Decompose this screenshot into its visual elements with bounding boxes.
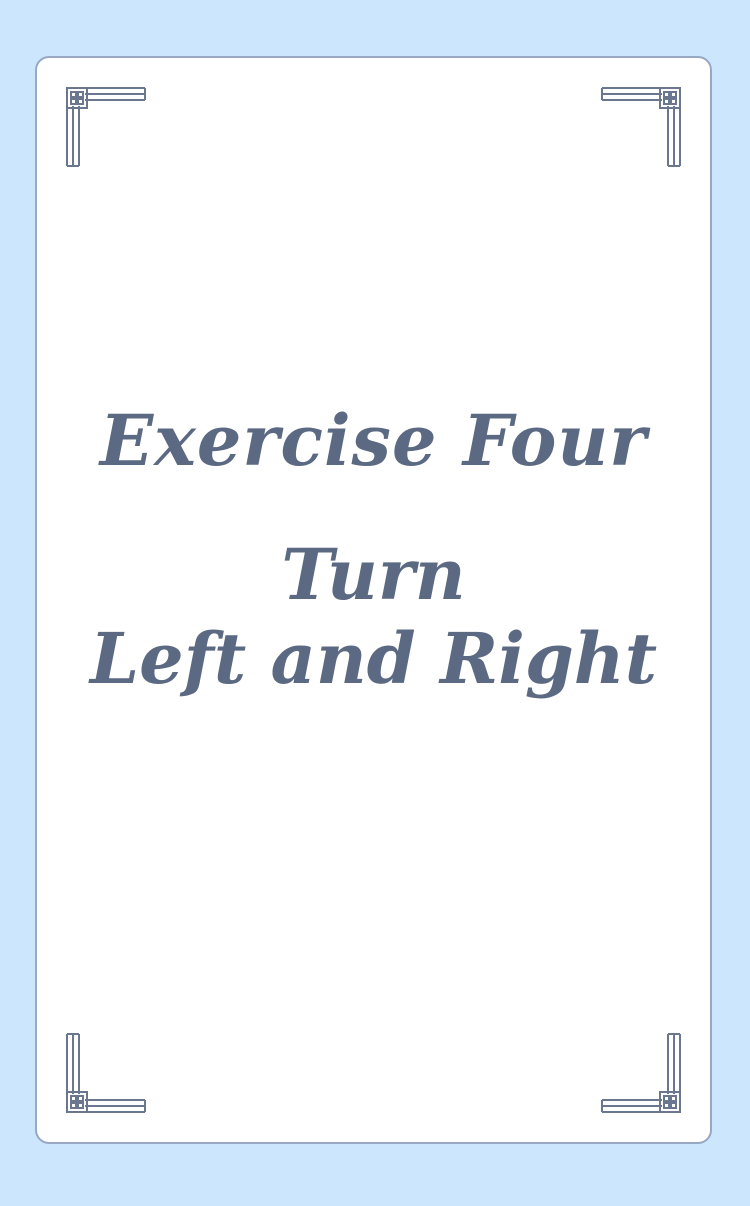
- exercise-subtitle-line-1: Turn: [281, 533, 466, 616]
- title-card: Exercise Four Turn Left and Right: [35, 56, 712, 1144]
- corner-ornament-top-left-icon: [65, 86, 147, 168]
- exercise-heading: Exercise Four: [99, 399, 648, 482]
- exercise-subtitle-line-2: Left and Right: [89, 617, 658, 700]
- corner-ornament-top-right-icon: [600, 86, 682, 168]
- corner-ornament-bottom-left-icon: [65, 1032, 147, 1114]
- corner-ornament-bottom-right-icon: [600, 1032, 682, 1114]
